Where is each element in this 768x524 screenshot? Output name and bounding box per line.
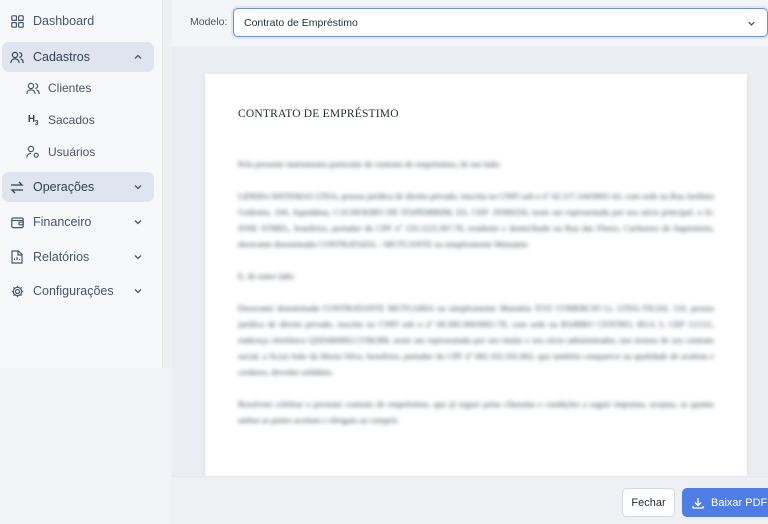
chevron-down-icon	[132, 285, 144, 297]
document-title: CONTRATO DE EMPRÉSTIMO	[238, 108, 399, 120]
download-pdf-button[interactable]: Baixar PDF	[682, 488, 768, 517]
document-page: CONTRATO DE EMPRÉSTIMO Pelo presente ins…	[205, 74, 747, 476]
close-button[interactable]: Fechar	[622, 488, 675, 517]
download-icon	[692, 497, 704, 509]
sidebar-item-label: Financeiro	[33, 215, 92, 229]
sidebar-item-label: Cadastros	[33, 50, 90, 64]
document-paragraph: Resolvem celebrar o presente contrato de…	[238, 399, 714, 425]
wallet-icon	[10, 215, 24, 229]
sidebar-item-dashboard[interactable]: Dashboard	[2, 6, 154, 36]
transfer-icon	[10, 180, 24, 194]
sidebar-subitem-clientes[interactable]: Clientes	[26, 77, 91, 99]
sidebar-item-financeiro[interactable]: Financeiro	[2, 207, 154, 237]
sidebar-subitem-sacados[interactable]: H3 Sacados	[26, 109, 95, 131]
document-paragraph: LIDERA SISTEMAS LTDA, pessoa jurídica de…	[238, 191, 714, 249]
sidebar-subitem-label: Sacados	[48, 113, 95, 127]
sidebar-item-configuracoes[interactable]: Configurações	[2, 276, 154, 306]
document-body: Pelo presente instrumento particular de …	[238, 156, 714, 428]
gear-icon	[10, 284, 24, 298]
sidebar-item-label: Dashboard	[33, 14, 95, 28]
sidebar-subitem-label: Clientes	[48, 81, 92, 95]
modelo-select-value: Contrato de Empréstimo	[244, 16, 358, 29]
sidebar-item-cadastros[interactable]: Cadastros	[2, 42, 154, 72]
sidebar-subitem-usuarios[interactable]: Usuários	[26, 141, 95, 163]
modelo-label: Modelo:	[190, 16, 228, 28]
dashboard-icon	[10, 14, 24, 28]
chevron-up-icon	[132, 51, 144, 63]
sidebar-item-operacoes[interactable]: Operações	[2, 172, 154, 202]
sidebar-subitem-label: Usuários	[48, 145, 96, 159]
sidebar-item-relatorios[interactable]: Relatórios	[2, 242, 154, 272]
document-paragraph: Pelo presente instrumento particular de …	[238, 159, 501, 169]
users-icon	[26, 81, 40, 95]
download-pdf-label: Baixar PDF	[711, 496, 768, 509]
chevron-down-icon	[746, 18, 757, 29]
sidebar-item-label: Configurações	[33, 284, 114, 298]
sidebar-item-label: Operações	[33, 180, 95, 194]
document-paragraph: E, de outro lado:	[238, 271, 296, 281]
footer-bar	[172, 476, 768, 524]
sidebar-item-label: Relatórios	[33, 250, 90, 264]
document-paragraph: Doravante denominada CONTRATANTE MUTUARI…	[238, 303, 714, 377]
sidebar-footer-area	[0, 368, 171, 524]
chevron-down-icon	[132, 251, 144, 263]
report-icon	[10, 250, 24, 264]
chevron-down-icon	[132, 181, 144, 193]
user-settings-icon	[26, 145, 40, 159]
chevron-down-icon	[132, 216, 144, 228]
modelo-select[interactable]: Contrato de Empréstimo	[233, 8, 768, 37]
h3-icon: H3	[27, 113, 39, 127]
users-icon	[10, 50, 24, 64]
sidebar: Dashboard Cadastros Clientes H3 Sacados …	[0, 0, 163, 368]
